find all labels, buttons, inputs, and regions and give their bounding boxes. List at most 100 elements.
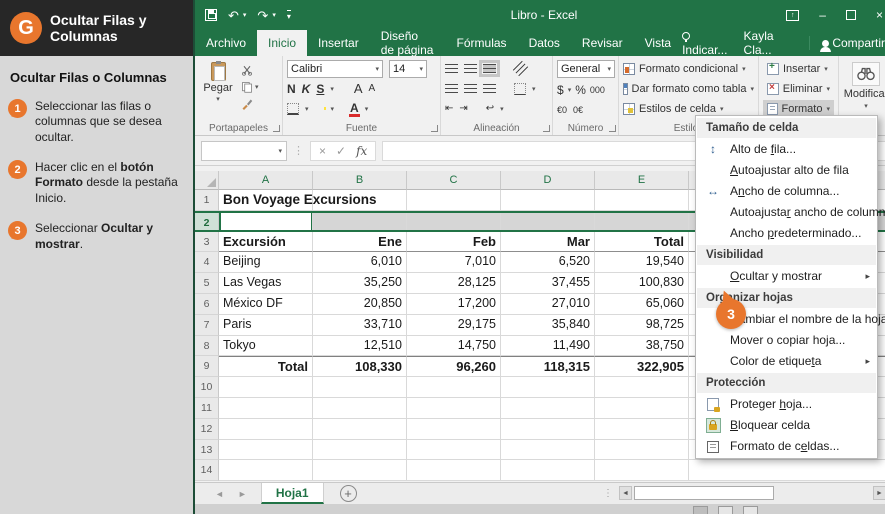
cell-E10[interactable]: [595, 377, 689, 398]
column-header-E[interactable]: E: [595, 171, 689, 190]
align-bottom-icon[interactable]: [483, 64, 496, 73]
cell-C3[interactable]: Feb: [407, 232, 501, 253]
row-header-11[interactable]: 11: [195, 398, 219, 419]
number-format-select[interactable]: General▾: [557, 60, 615, 78]
cell-D9[interactable]: 118,315: [501, 356, 595, 377]
cell-A2[interactable]: [219, 213, 313, 230]
font-dialog-launcher-icon[interactable]: [431, 125, 438, 132]
row-header-10[interactable]: 10: [195, 377, 219, 398]
cell-C9[interactable]: 96,260: [407, 356, 501, 377]
menu-item-ocultar-y-mostrar[interactable]: Ocultar y mostrar▸: [696, 266, 877, 287]
select-all-corner[interactable]: [195, 171, 219, 190]
page-break-view-icon[interactable]: [743, 506, 758, 514]
name-box[interactable]: ▾: [201, 141, 287, 161]
cell-E14[interactable]: [595, 460, 689, 481]
row-header-6[interactable]: 6: [195, 294, 219, 315]
cell-E8[interactable]: 38,750: [595, 336, 689, 357]
tab-inicio[interactable]: Inicio: [257, 30, 307, 56]
menu-item-alto-de-fila[interactable]: ↕Alto de fila...: [696, 139, 877, 160]
paste-button[interactable]: Pegar ▾: [199, 60, 237, 121]
cell-D11[interactable]: [501, 398, 595, 419]
cell-A12[interactable]: [219, 419, 313, 440]
copy-button[interactable]: ▾: [241, 80, 259, 94]
cell-B8[interactable]: 12,510: [313, 336, 407, 357]
row-header-5[interactable]: 5: [195, 273, 219, 294]
menu-item-autoajustar-ancho-de-columna[interactable]: Autoajustar ancho de columna: [696, 202, 877, 223]
cell-E5[interactable]: 100,830: [595, 273, 689, 294]
comma-style-button[interactable]: 000: [590, 85, 605, 95]
shrink-font-button[interactable]: A: [369, 83, 376, 94]
bold-button[interactable]: N: [287, 82, 296, 96]
cell-C10[interactable]: [407, 377, 501, 398]
row-header-8[interactable]: 8: [195, 336, 219, 357]
underline-button[interactable]: S: [316, 82, 324, 96]
cell-D3[interactable]: Mar: [501, 232, 595, 253]
number-dialog-launcher-icon[interactable]: [609, 125, 616, 132]
merge-center-icon[interactable]: [514, 83, 526, 95]
menu-item-autoajustar-alto-de-fila[interactable]: Autoajustar alto de fila: [696, 160, 877, 181]
row-header-7[interactable]: 7: [195, 315, 219, 336]
menu-item-proteger-hoja[interactable]: Proteger hoja...: [696, 394, 877, 415]
redo-button[interactable]: ↷: [257, 9, 268, 22]
account-name[interactable]: Kayla Cla...: [744, 29, 797, 57]
cell-E3[interactable]: Total: [595, 232, 689, 253]
tab-datos[interactable]: Datos: [518, 30, 571, 56]
cut-button[interactable]: [241, 63, 259, 77]
styles-button-0[interactable]: Formato condicional▾: [623, 60, 754, 77]
column-header-B[interactable]: B: [313, 171, 407, 190]
align-middle-icon[interactable]: [464, 64, 477, 73]
cell-D8[interactable]: 11,490: [501, 336, 595, 357]
row-header-3[interactable]: 3: [195, 232, 219, 253]
tab-archivo[interactable]: Archivo: [195, 30, 257, 56]
decrease-indent-icon[interactable]: ⇤: [445, 103, 453, 114]
align-right-icon[interactable]: [483, 84, 496, 93]
cell-D4[interactable]: 6,520: [501, 252, 595, 273]
cancel-button[interactable]: ×: [319, 144, 326, 158]
menu-item-bloquear-celda[interactable]: Bloquear celda: [696, 415, 877, 436]
cell-E13[interactable]: [595, 440, 689, 461]
cell-C14[interactable]: [407, 460, 501, 481]
cell-C7[interactable]: 29,175: [407, 315, 501, 336]
undo-button[interactable]: ↶: [228, 9, 239, 22]
cell-D7[interactable]: 35,840: [501, 315, 595, 336]
ribbon-display-options-icon[interactable]: ↑: [786, 10, 799, 21]
cell-C8[interactable]: 14,750: [407, 336, 501, 357]
cell-C11[interactable]: [407, 398, 501, 419]
tab-fórmulas[interactable]: Fórmulas: [446, 30, 518, 56]
cell-B11[interactable]: [313, 398, 407, 419]
redo-dropdown-icon[interactable]: ▾: [272, 11, 276, 19]
cell-C6[interactable]: 17,200: [407, 294, 501, 315]
cell-D12[interactable]: [501, 419, 595, 440]
cell-A1[interactable]: Bon Voyage Excursions: [219, 190, 313, 211]
new-sheet-button[interactable]: +: [340, 485, 357, 502]
font-name-select[interactable]: Calibri▾: [287, 60, 383, 78]
cell-E11[interactable]: [595, 398, 689, 419]
save-icon[interactable]: [205, 9, 217, 21]
cell-B12[interactable]: [313, 419, 407, 440]
cell-A5[interactable]: Las Vegas: [219, 273, 313, 294]
cell-B2[interactable]: [313, 213, 407, 230]
scrollbar-splitter-icon[interactable]: ⋮: [603, 488, 613, 499]
cell-A10[interactable]: [219, 377, 313, 398]
font-size-select[interactable]: 14▾: [389, 60, 427, 78]
cell-C2[interactable]: [407, 213, 501, 230]
cell-B13[interactable]: [313, 440, 407, 461]
scroll-right-icon[interactable]: ►: [873, 486, 885, 500]
cell-E12[interactable]: [595, 419, 689, 440]
find-select-button[interactable]: Modificar ▾: [843, 60, 885, 121]
italic-button[interactable]: K: [302, 82, 311, 96]
cell-B4[interactable]: 6,010: [313, 252, 407, 273]
cell-B3[interactable]: Ene: [313, 232, 407, 253]
grow-font-button[interactable]: A: [354, 81, 363, 96]
row-header-12[interactable]: 12: [195, 419, 219, 440]
cell-A4[interactable]: Beijing: [219, 252, 313, 273]
cell-D5[interactable]: 37,455: [501, 273, 595, 294]
column-header-A[interactable]: A: [219, 171, 313, 190]
cell-B1[interactable]: [313, 190, 407, 211]
close-button[interactable]: ×: [876, 8, 883, 22]
prev-sheet-icon[interactable]: ◄: [215, 489, 224, 499]
cell-E2[interactable]: [595, 213, 689, 230]
insert-function-button[interactable]: fx: [356, 144, 367, 158]
cell-D10[interactable]: [501, 377, 595, 398]
cell-C4[interactable]: 7,010: [407, 252, 501, 273]
